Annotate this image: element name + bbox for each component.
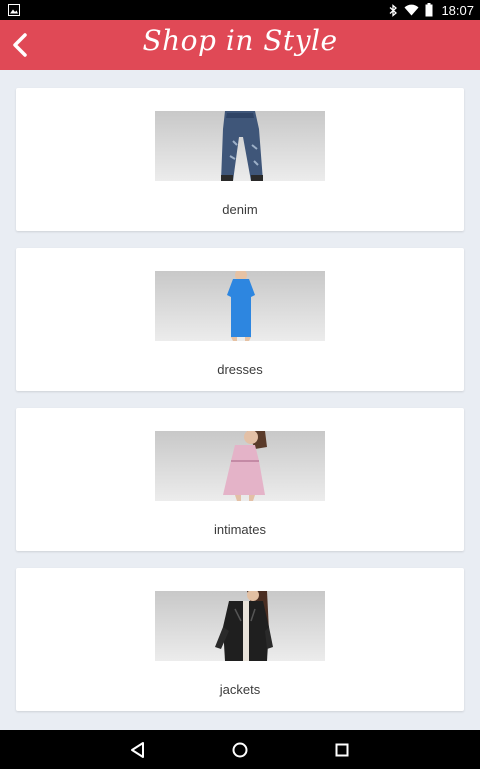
home-circle-icon[interactable] (228, 738, 252, 762)
category-label: jackets (219, 682, 261, 697)
back-triangle-icon[interactable] (126, 738, 150, 762)
category-card-denim[interactable]: denim (16, 88, 464, 231)
category-card-dresses[interactable]: dresses (16, 248, 464, 391)
category-image-denim (155, 111, 325, 181)
app-bar: Shop in Style (0, 20, 480, 70)
category-card-jackets[interactable]: jackets (16, 568, 464, 711)
category-image-dresses (155, 271, 325, 341)
category-list: denim dresses intimates jackets (16, 88, 464, 728)
status-bar: 18:07 (0, 0, 480, 20)
system-nav-bar (0, 730, 480, 769)
category-label: dresses (217, 362, 263, 377)
category-label: denim (222, 202, 258, 217)
status-time: 18:07 (441, 2, 474, 18)
battery-icon (425, 3, 433, 17)
category-label: intimates (213, 522, 267, 537)
category-card-intimates[interactable]: intimates (16, 408, 464, 551)
image-notification-icon (8, 4, 20, 16)
leather-jacket-photo (215, 591, 273, 661)
bluetooth-icon (390, 3, 398, 17)
pink-babydoll-photo (223, 431, 267, 501)
blue-dress-photo (227, 271, 255, 341)
category-image-intimates (155, 431, 325, 501)
app-title: Shop in Style (142, 24, 338, 57)
wifi-icon (404, 4, 419, 16)
jeans-photo (221, 111, 263, 181)
recents-square-icon[interactable] (330, 738, 354, 762)
category-image-jackets (155, 591, 325, 661)
